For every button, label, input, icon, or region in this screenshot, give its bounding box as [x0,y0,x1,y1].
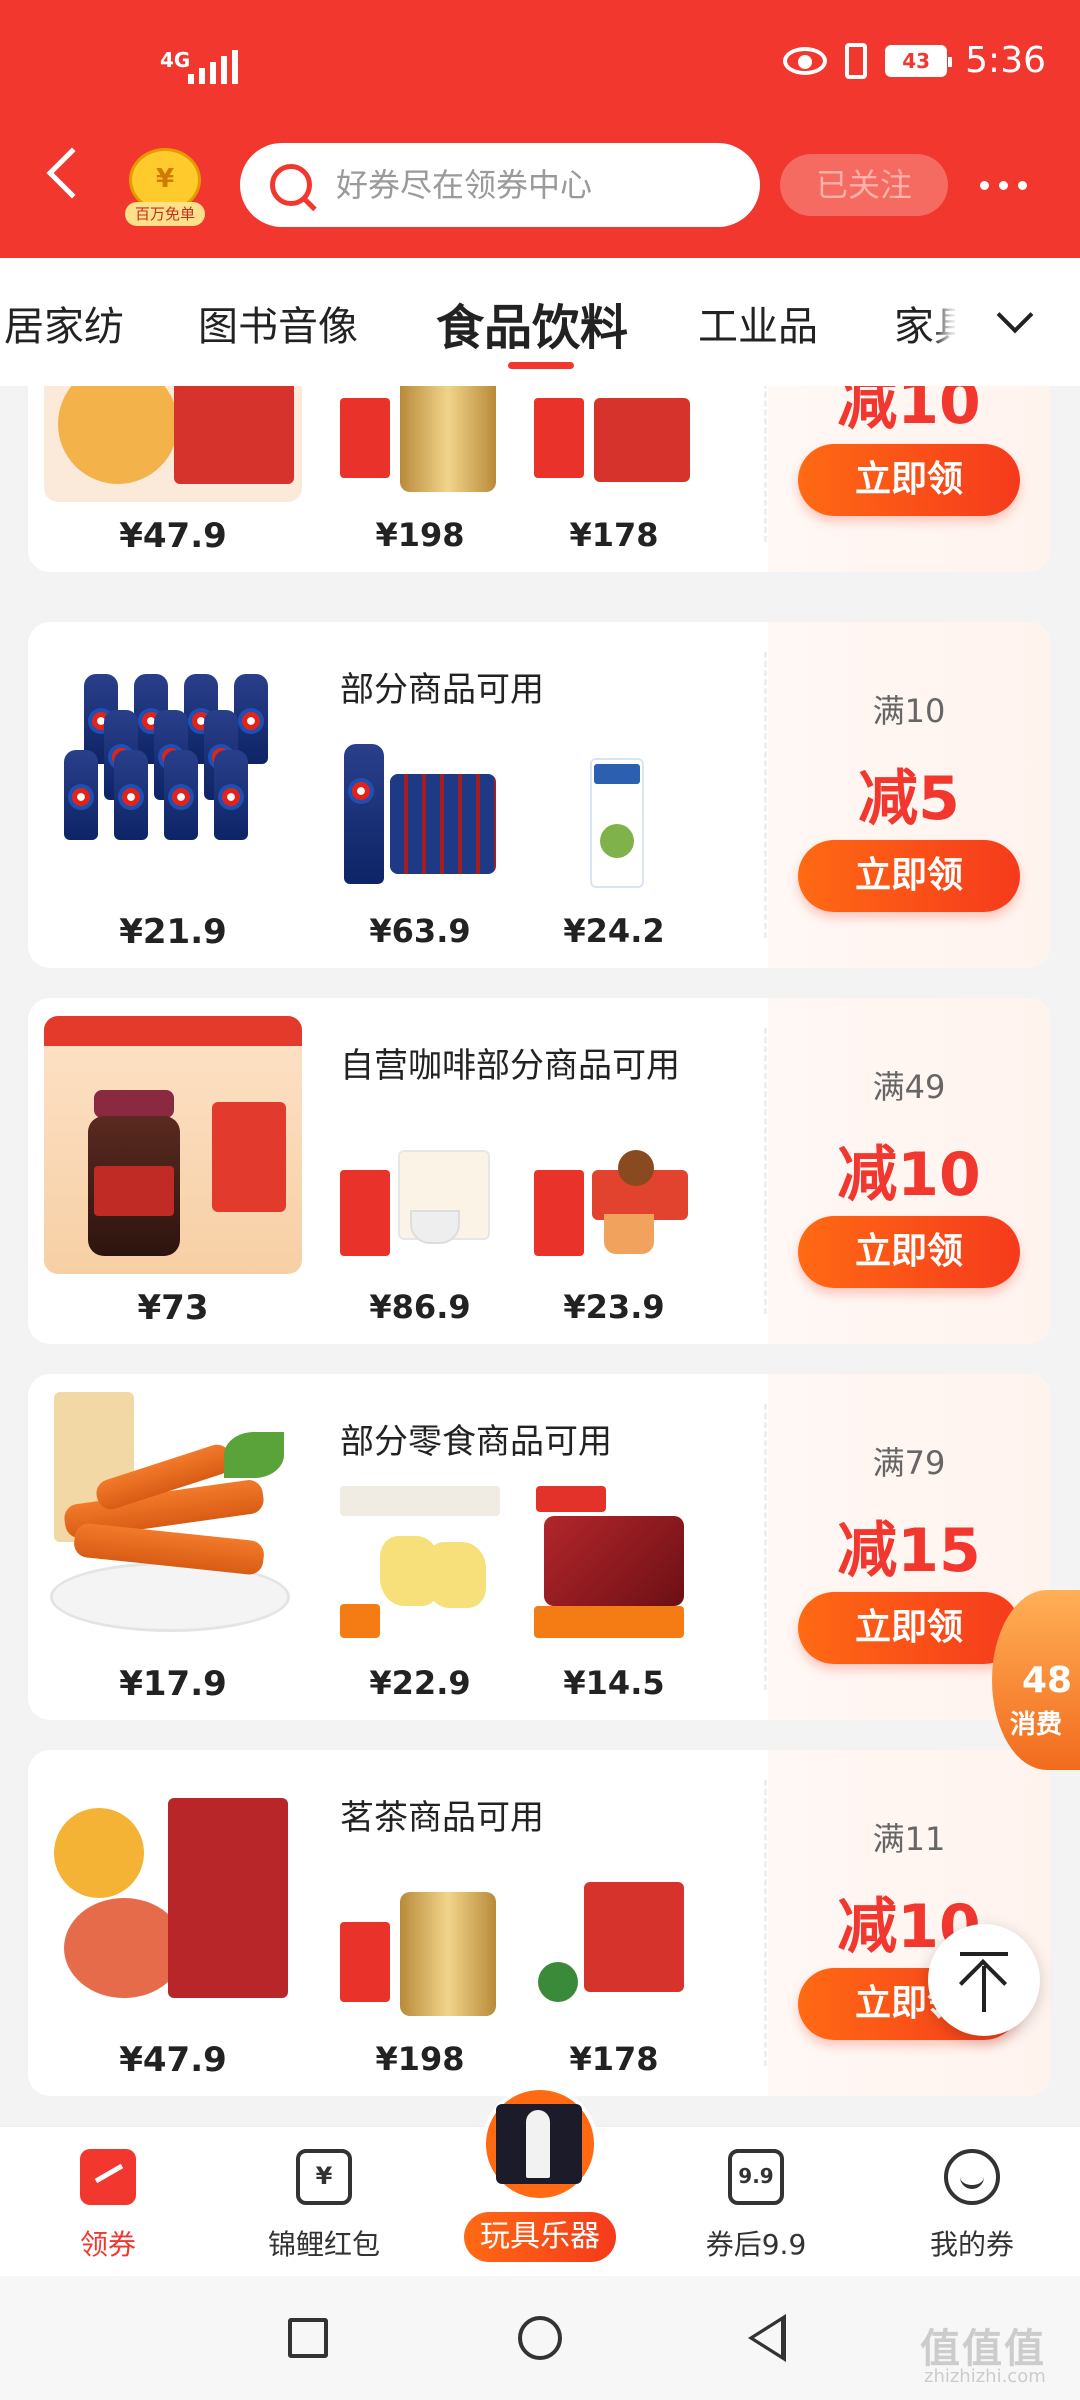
product-thumb[interactable] [340,1110,500,1270]
product-thumb[interactable] [534,1862,694,2022]
nav-label: 玩具乐器 [464,2212,616,2262]
product-image[interactable] [44,386,302,502]
product-thumb[interactable] [340,386,500,498]
product-thumb-price: ¥63.9 [369,912,471,950]
more-icon[interactable] [980,181,1027,190]
product-thumb-price: ¥178 [569,2040,659,2078]
coupon-title: 自营咖啡部分商品可用 [340,1046,680,1086]
coupon-title: 部分商品可用 [340,670,544,710]
network-label: 4G [160,48,191,72]
tab-industrial[interactable]: 工业品 [698,294,818,352]
nav-my-coupons[interactable]: 我的券 [864,2127,1080,2277]
product-price: ¥47.9 [119,516,227,556]
clock: 5:36 [965,40,1046,81]
claim-button[interactable]: 立即领 [798,1216,1020,1288]
search-bar[interactable] [240,143,760,227]
home-icon[interactable] [518,2316,562,2360]
product-thumb[interactable] [340,1486,500,1646]
claim-button[interactable]: 立即领 [798,840,1020,912]
million-free-badge[interactable]: ¥ 百万免单 [125,148,205,228]
discount-amount: 减15 [837,1516,981,1586]
product-thumb-price: ¥22.9 [369,1664,471,1702]
nav-hongbao[interactable]: ¥ 锦鲤红包 [216,2127,432,2277]
signal-icon [188,50,238,84]
coupon-card: ¥21.9 部分商品可用 ¥63.9 ¥24.2 满10 减5 立即领 [28,622,1050,968]
claim-button[interactable]: 立即领 [798,444,1020,516]
product-price: ¥17.9 [119,1664,227,1704]
search-icon [270,164,312,206]
tab-food-drinks[interactable]: 食品饮料 [436,288,628,358]
back-icon[interactable] [46,147,98,199]
nav-after-coupon[interactable]: 9.9 券后9.9 [648,2127,864,2277]
product-thumb[interactable] [534,1486,694,1646]
tab-books[interactable]: 图书音像 [198,294,358,352]
product-price: ¥73 [137,1288,209,1328]
nav-toys[interactable]: 玩具乐器 [464,2086,616,2274]
product-thumb-price: ¥178 [569,516,659,554]
product-thumb-price: ¥86.9 [369,1288,471,1326]
product-thumb[interactable] [340,1862,500,2022]
app-header: 4G 43 5:36 ¥ 百万免单 已关注 [0,0,1080,258]
active-tab-indicator [508,362,574,369]
coupon-card: ¥47.9 ¥198 ¥178 减10 立即领 [28,386,1050,572]
badge-label: 百万免单 [125,202,205,226]
coupon-card: ¥17.9 部分零食商品可用 ¥22.9 ¥14.5 满79 减15 立即领 [28,1374,1050,1720]
recent-apps-icon[interactable] [288,2318,328,2358]
product-thumb[interactable] [534,386,694,498]
product-price: ¥47.9 [119,2040,227,2080]
back-nav-icon[interactable] [748,2314,786,2362]
coupon-condition: 满49 [872,1068,946,1106]
hongbao-icon: ¥ [296,2149,352,2205]
coupon-title: 茗茶商品可用 [340,1798,544,1838]
coupon-title: 部分零食商品可用 [340,1422,612,1462]
product-thumb-price: ¥14.5 [563,1664,665,1702]
nav-label: 领券 [79,2228,136,2261]
search-input[interactable] [336,166,716,204]
coupon-condition: 满10 [872,692,946,730]
product-thumb[interactable] [534,734,694,894]
coupon-list: ¥47.9 ¥198 ¥178 减10 立即领 ¥21.9 部分商品可用 ¥63… [0,386,1080,2126]
tab-home-textile[interactable]: 居家纺 [4,294,124,352]
coupon-icon [80,2149,136,2205]
product-thumb[interactable] [534,1110,694,1270]
product-image[interactable] [44,1768,302,2026]
product-image[interactable] [44,640,302,898]
product-thumb-price: ¥23.9 [563,1288,665,1326]
red-packet-amount: 48 [1022,1660,1073,1701]
product-image[interactable] [44,1392,302,1650]
nav-label: 我的券 [929,2228,1014,2261]
discount-amount: 减10 [837,1140,981,1210]
nav-label: 锦鲤红包 [267,2228,380,2261]
status-bar: 4G 43 5:36 [0,0,1080,130]
nav-coupon[interactable]: 领券 [0,2127,216,2277]
claim-button[interactable]: 立即领 [798,1592,1020,1664]
battery-icon: 43 [885,44,953,77]
watermark-site: zhizhizhi.com [924,2366,1046,2387]
category-tabs: 居家纺 图书音像 食品饮料 工业品 家具 [0,258,1080,386]
discount-amount: 减10 [837,386,981,438]
back-to-top-button[interactable] [928,1924,1040,2036]
smile-icon [944,2149,1000,2205]
nav-label: 券后9.9 [705,2228,807,2261]
eye-comfort-icon [783,46,828,75]
system-nav-bar: 值值值 zhizhizhi.com [0,2276,1080,2400]
product-image[interactable] [44,1016,302,1274]
product-thumb[interactable] [340,734,500,894]
red-packet-label: 消费 [1010,1710,1063,1740]
vibrate-icon [845,42,868,79]
product-price: ¥21.9 [119,912,227,952]
product-thumb-price: ¥24.2 [563,912,665,950]
discount-amount: 减5 [858,764,960,834]
nine-nine-icon: 9.9 [728,2149,784,2205]
coupon-condition: 满79 [872,1444,946,1482]
coupon-card: ¥73 自营咖啡部分商品可用 ¥86.9 ¥23.9 满49 减10 立即领 [28,998,1050,1344]
follow-button[interactable]: 已关注 [780,154,948,216]
coupon-card: ¥47.9 茗茶商品可用 ¥198 ¥178 满11 减10 立即领 [28,1750,1050,2096]
product-thumb-price: ¥198 [375,516,465,554]
product-thumb-price: ¥198 [375,2040,465,2078]
coupon-condition: 满11 [872,1820,946,1858]
